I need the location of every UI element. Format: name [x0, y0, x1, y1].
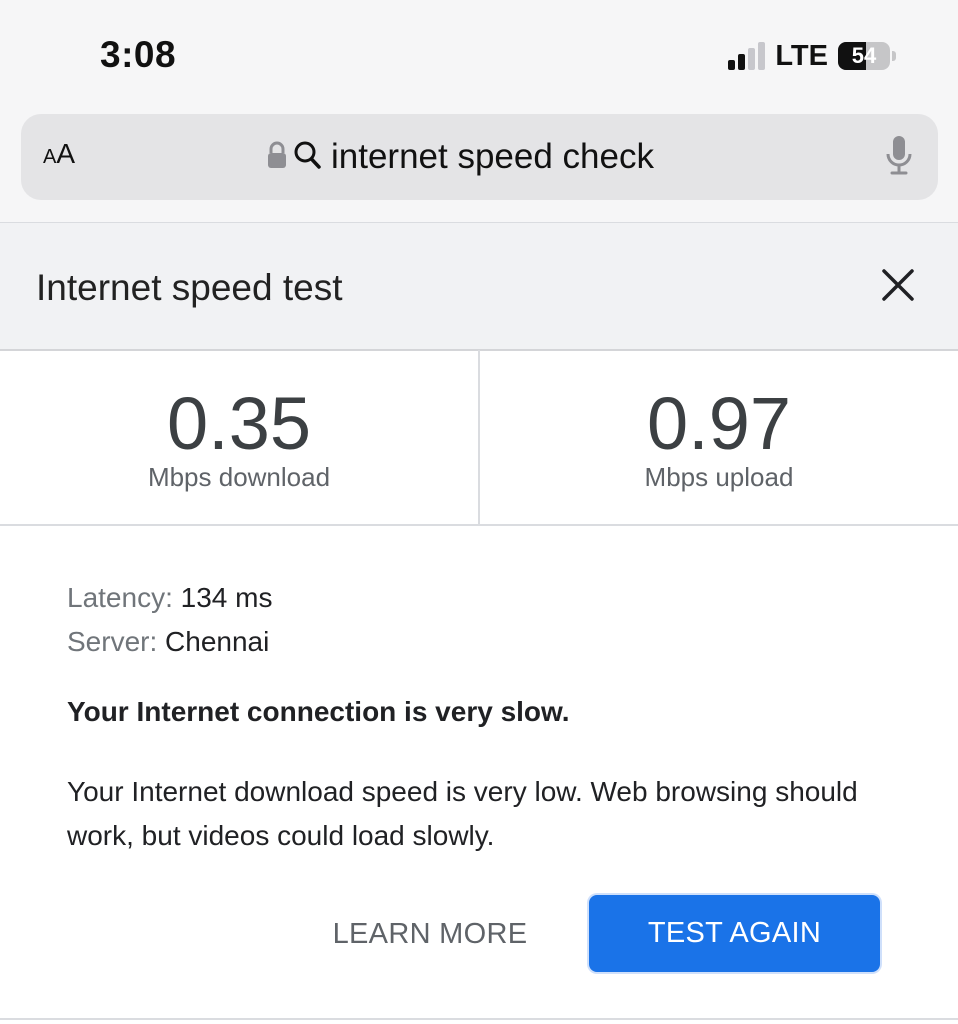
- close-icon[interactable]: [880, 267, 916, 303]
- signal-bar: [758, 42, 766, 70]
- signal-bar: [738, 54, 746, 70]
- battery-cap: [892, 51, 896, 61]
- divider: [0, 1018, 958, 1020]
- speed-test-header: Internet speed test: [0, 222, 958, 351]
- status-indicators: LTE 54: [728, 38, 896, 74]
- text-size-large-glyph: A: [56, 138, 76, 169]
- upload-speed-value: 0.97: [646, 382, 792, 465]
- microphone-icon[interactable]: [886, 134, 912, 183]
- battery-icon: 54: [838, 42, 890, 70]
- server-row: Server: Chennai: [67, 620, 887, 664]
- status-time: 3:08: [100, 34, 177, 75]
- browser-chrome: 3:08 LTE 54 AA internet speed check: [0, 0, 958, 222]
- test-details: Latency: 134 ms Server: Chennai: [67, 576, 887, 664]
- battery-level: 54: [851, 43, 877, 68]
- signal-bar: [748, 48, 756, 70]
- signal-bar: [728, 60, 736, 70]
- latency-value: 134 ms: [180, 582, 273, 613]
- search-query-text: internet speed check: [331, 137, 654, 176]
- search-icon: [293, 140, 321, 175]
- text-size-small-glyph: A: [43, 146, 57, 168]
- download-result: 0.35 Mbps download: [0, 350, 480, 524]
- server-value: Chennai: [165, 626, 270, 657]
- card-title: Internet speed test: [36, 267, 343, 308]
- text-size-button[interactable]: AA: [43, 138, 75, 170]
- learn-more-button[interactable]: LEARN MORE: [314, 902, 546, 966]
- lock-icon: [267, 141, 287, 174]
- signal-strength-icon: [728, 42, 766, 70]
- url-display[interactable]: internet speed check: [267, 132, 654, 182]
- result-description: Your Internet download speed is very low…: [67, 776, 858, 851]
- test-again-button[interactable]: TEST AGAIN: [589, 895, 880, 972]
- speed-results: 0.35 Mbps download 0.97 Mbps upload: [0, 350, 958, 526]
- download-speed-label: Mbps download: [147, 462, 331, 492]
- latency-label: Latency:: [67, 582, 173, 613]
- result-headline: Your Internet connection is very slow.: [67, 696, 570, 727]
- latency-row: Latency: 134 ms: [67, 576, 887, 620]
- download-speed-value: 0.35: [166, 382, 312, 465]
- upload-speed-label: Mbps upload: [644, 462, 794, 492]
- address-bar[interactable]: AA internet speed check: [21, 114, 938, 200]
- upload-result: 0.97 Mbps upload: [480, 350, 958, 524]
- server-label: Server:: [67, 626, 158, 657]
- network-type: LTE: [775, 39, 828, 72]
